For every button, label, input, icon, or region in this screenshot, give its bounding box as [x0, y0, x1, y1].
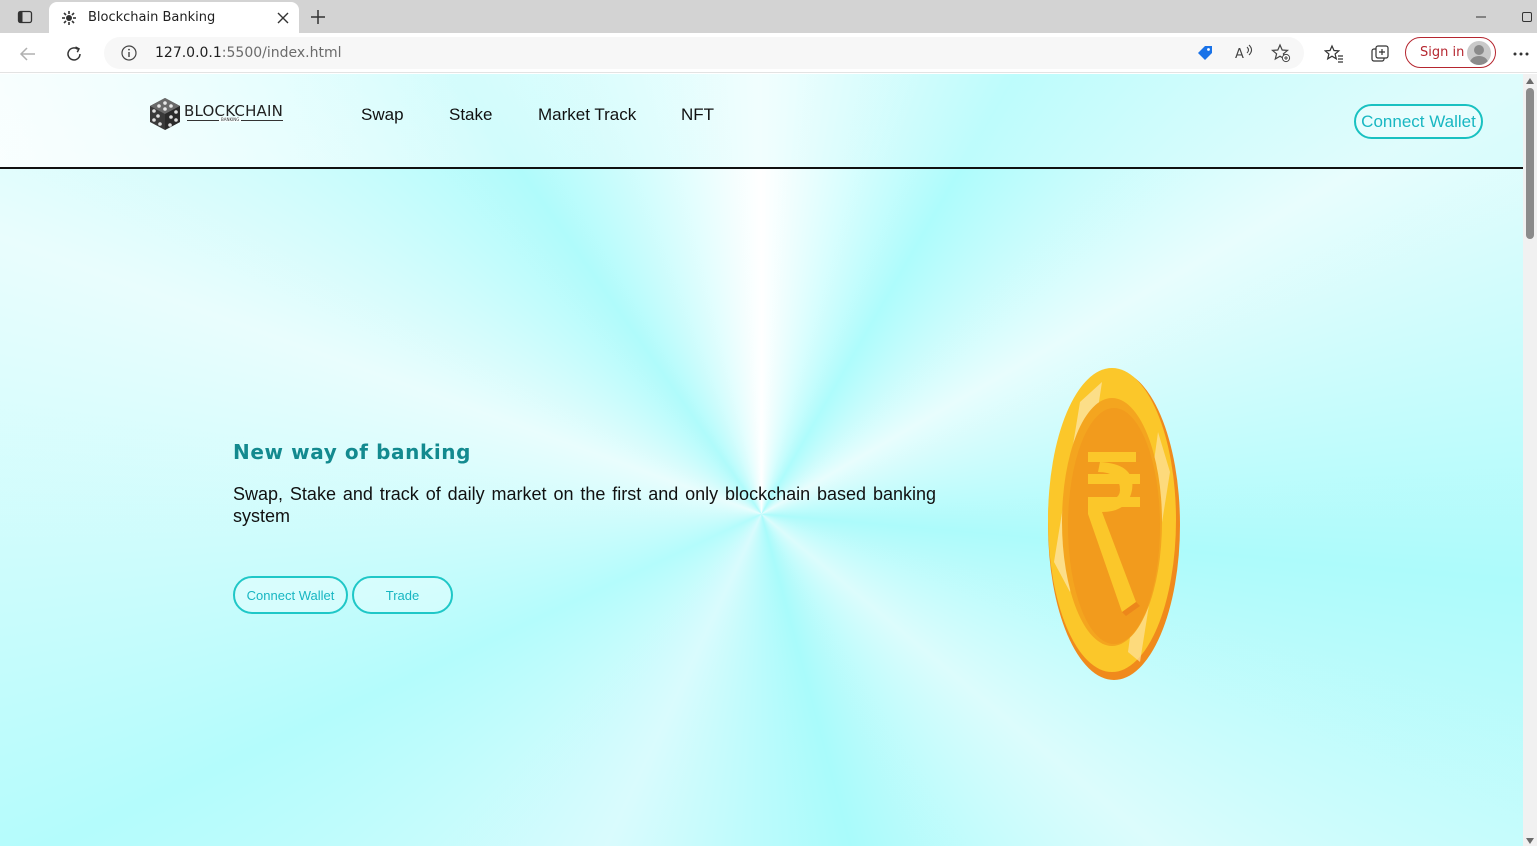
hero-connect-wallet-button[interactable]: Connect Wallet	[233, 576, 348, 614]
browser-tab-strip: Blockchain Banking	[0, 0, 1537, 33]
sign-in-button[interactable]: Sign in	[1405, 37, 1496, 68]
site-logo[interactable]: BLOCKCHAIN BANKING	[147, 96, 287, 134]
scroll-down-arrow-icon[interactable]	[1526, 838, 1534, 844]
connect-wallet-button[interactable]: Connect Wallet	[1354, 104, 1483, 139]
site-header: BLOCKCHAIN BANKING Swap Stake Market Tra…	[0, 74, 1523, 169]
info-icon[interactable]	[120, 44, 138, 62]
shopping-tag-icon[interactable]	[1194, 42, 1216, 64]
read-aloud-icon[interactable]: A	[1233, 42, 1255, 64]
page-scrollbar[interactable]	[1523, 74, 1537, 846]
nav-link-nft[interactable]: NFT	[681, 105, 714, 125]
collections-icon[interactable]	[1367, 41, 1393, 67]
hero-description: Swap, Stake and track of daily market on…	[233, 484, 936, 526]
tab-favicon-icon	[61, 10, 77, 26]
avatar	[1467, 41, 1491, 65]
tab-actions-icon[interactable]	[10, 5, 40, 29]
close-icon[interactable]	[273, 8, 293, 28]
svg-text:A: A	[1235, 47, 1244, 62]
nav-link-market-track[interactable]: Market Track	[538, 105, 636, 125]
scroll-up-arrow-icon[interactable]	[1526, 78, 1534, 84]
nav-link-swap[interactable]: Swap	[361, 105, 404, 125]
nav-link-stake[interactable]: Stake	[449, 105, 492, 125]
tab-title: Blockchain Banking	[88, 10, 216, 25]
favorites-icon[interactable]	[1321, 41, 1347, 67]
maximize-icon[interactable]	[1517, 6, 1537, 28]
add-favorite-icon[interactable]	[1270, 42, 1292, 64]
sign-in-label: Sign in	[1420, 45, 1465, 60]
refresh-icon[interactable]	[61, 41, 87, 67]
minimize-icon[interactable]	[1470, 6, 1492, 28]
more-icon[interactable]	[1508, 41, 1534, 67]
logo-subtext: BANKING	[219, 117, 242, 122]
cube-logo-icon	[150, 98, 180, 130]
hero-title: New way of banking	[233, 440, 472, 464]
rupee-coin-image	[1048, 368, 1180, 680]
browser-tab[interactable]: Blockchain Banking	[49, 2, 299, 33]
url-text: 127.0.0.1:5500/index.html	[155, 45, 342, 61]
plus-icon[interactable]	[306, 5, 330, 29]
back-icon[interactable]	[15, 41, 41, 67]
scrollbar-thumb[interactable]	[1526, 88, 1534, 239]
browser-toolbar: 127.0.0.1:5500/index.html A Sign in	[0, 33, 1537, 73]
page-viewport: BLOCKCHAIN BANKING Swap Stake Market Tra…	[0, 74, 1523, 846]
address-bar[interactable]: 127.0.0.1:5500/index.html A	[104, 37, 1304, 69]
trade-button[interactable]: Trade	[352, 576, 453, 614]
